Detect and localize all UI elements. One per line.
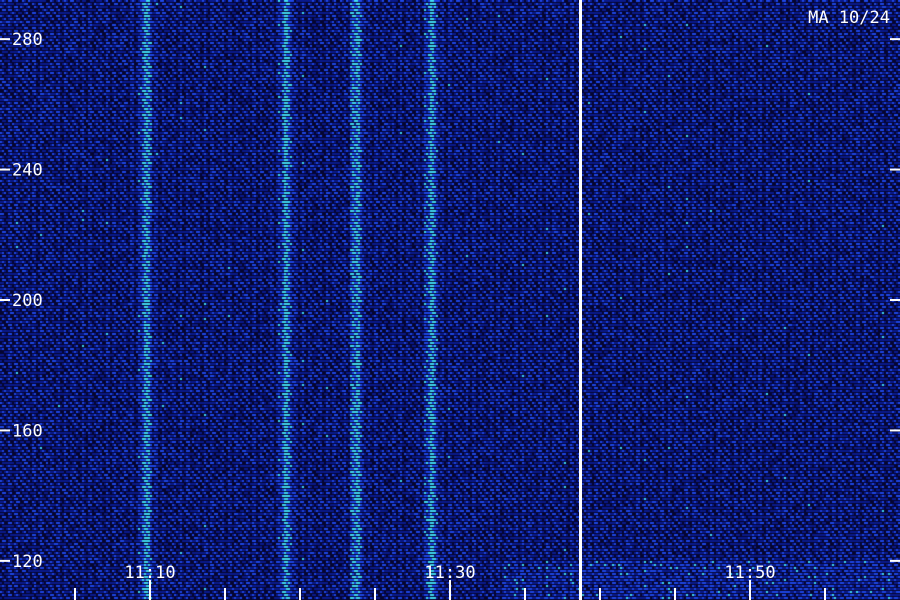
chart-overlay: 120 160 200 240 280 11:10 11:30 11:50 MA 10/24 [0, 0, 900, 600]
y-axis: 120 160 200 240 280 [0, 30, 900, 572]
y-tick-label: 120 [12, 552, 43, 572]
y-tick-label: 160 [12, 421, 43, 441]
x-tick-label: 11:30 [424, 563, 475, 583]
y-tick-label: 240 [12, 161, 43, 181]
chart-annotation: MA 10/24 [808, 8, 890, 28]
x-tick-label: 11:50 [724, 563, 775, 583]
x-axis: 11:10 11:30 11:50 [74, 563, 826, 600]
y-tick-label: 280 [12, 30, 43, 50]
y-tick-label: 200 [12, 291, 43, 311]
x-tick-label: 11:10 [124, 563, 175, 583]
